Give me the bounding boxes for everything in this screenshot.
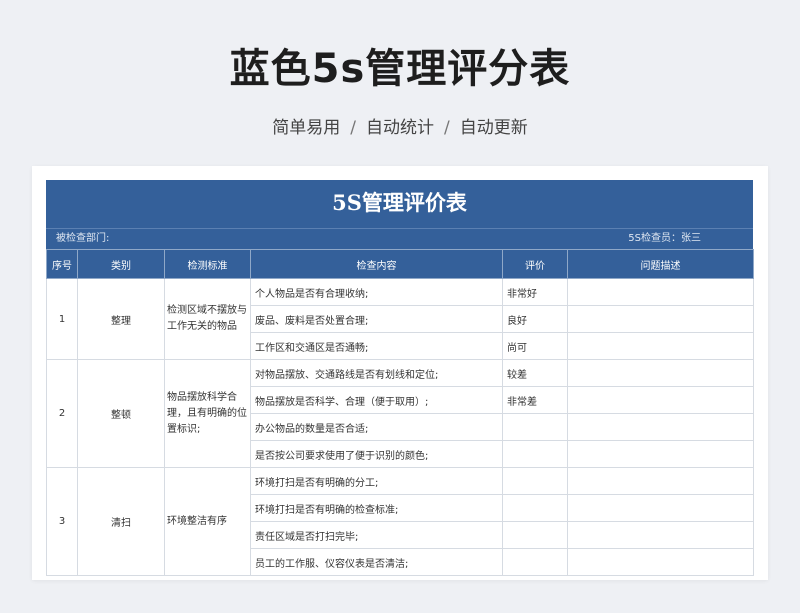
separator: / [350, 118, 356, 138]
issue-cell[interactable] [567, 359, 754, 387]
feature-tagline: 简单易用 / 自动统计 / 自动更新 [0, 113, 800, 138]
issue-cell[interactable] [567, 305, 754, 333]
issue-cell[interactable] [567, 278, 754, 306]
content-cell[interactable]: 办公物品的数量是否合适; [250, 413, 503, 441]
issue-cell[interactable] [567, 332, 754, 360]
rating-cell[interactable]: 较差 [502, 359, 568, 387]
issue-cell[interactable] [567, 386, 754, 414]
rating-cell[interactable]: 良好 [502, 305, 568, 333]
content-cell[interactable]: 环境打扫是否有明确的检查标准; [250, 494, 503, 522]
evaluation-sheet: 5S管理评价表 被检查部门: 5S检查员：张三 序号 类别 检测标准 检查内容 … [46, 180, 754, 576]
standard-cell[interactable]: 物品摆放科学合理，且有明确的位置标识; [164, 359, 251, 468]
issue-cell[interactable] [567, 494, 754, 522]
content-cell[interactable]: 物品摆放是否科学、合理（便于取用）; [250, 386, 503, 414]
separator: / [444, 118, 450, 138]
content-cell[interactable]: 废品、废料是否处置合理; [250, 305, 503, 333]
table-row: 3 清扫 环境整洁有序 环境打扫是否有明确的分工; [46, 467, 754, 576]
content-cell[interactable]: 责任区域是否打扫完毕; [250, 521, 503, 549]
rating-cell[interactable] [502, 548, 568, 576]
issue-cell[interactable] [567, 413, 754, 441]
content-cell[interactable]: 员工的工作服、仪容仪表是否清洁; [250, 548, 503, 576]
issue-cell[interactable] [567, 440, 754, 468]
content-cell[interactable]: 环境打扫是否有明确的分工; [250, 467, 503, 495]
row-number-cell[interactable]: 2 [46, 359, 78, 468]
spreadsheet-preview-card: 5S管理评价表 被检查部门: 5S检查员：张三 序号 类别 检测标准 检查内容 … [32, 166, 768, 580]
col-header-issue: 问题描述 [567, 249, 754, 279]
feature-easy: 简单易用 [272, 118, 341, 138]
row-number-cell[interactable]: 1 [46, 278, 78, 360]
col-header-category: 类别 [77, 249, 165, 279]
content-cell[interactable]: 个人物品是否有合理收纳; [250, 278, 503, 306]
content-cell[interactable]: 对物品摆放、交通路线是否有划线和定位; [250, 359, 503, 387]
feature-auto-stats: 自动统计 [366, 118, 434, 138]
category-cell[interactable]: 整理 [77, 278, 165, 360]
content-cell[interactable]: 是否按公司要求使用了便于识别的颜色; [250, 440, 503, 468]
col-header-no: 序号 [46, 249, 78, 279]
sheet-title: 5S管理评价表 [46, 180, 753, 228]
standard-cell[interactable]: 环境整洁有序 [164, 467, 251, 576]
inspector-label: 5S检查员：张三 [628, 233, 701, 244]
feature-auto-update: 自动更新 [459, 118, 528, 138]
table-row: 1 整理 检测区域不摆放与工作无关的物品 个人物品是否有合理收纳; 非常好 [46, 278, 754, 360]
dept-label: 被检查部门: [56, 233, 110, 244]
category-cell[interactable]: 整顿 [77, 359, 165, 468]
table-header-row: 序号 类别 检测标准 检查内容 评价 问题描述 [46, 249, 754, 279]
evaluation-table: 序号 类别 检测标准 检查内容 评价 问题描述 1 整理 检测区域不摆放与工作无… [46, 249, 754, 576]
rating-cell[interactable] [502, 467, 568, 495]
col-header-rating: 评价 [502, 249, 568, 279]
col-header-standard: 检测标准 [164, 249, 251, 279]
issue-cell[interactable] [567, 467, 754, 495]
sheet-info-bar: 被检查部门: 5S检查员：张三 [46, 228, 753, 249]
rating-cell[interactable] [502, 413, 568, 441]
issue-cell[interactable] [567, 521, 754, 549]
col-header-content: 检查内容 [250, 249, 503, 279]
rating-cell[interactable]: 非常好 [502, 278, 568, 306]
standard-cell[interactable]: 检测区域不摆放与工作无关的物品 [164, 278, 251, 360]
content-cell[interactable]: 工作区和交通区是否通畅; [250, 332, 503, 360]
rating-cell[interactable]: 非常差 [502, 386, 568, 414]
rating-cell[interactable] [502, 494, 568, 522]
category-cell[interactable]: 清扫 [77, 467, 165, 576]
rating-cell[interactable] [502, 521, 568, 549]
rating-cell[interactable] [502, 440, 568, 468]
row-number-cell[interactable]: 3 [46, 467, 78, 576]
rating-cell[interactable]: 尚可 [502, 332, 568, 360]
issue-cell[interactable] [567, 548, 754, 576]
table-row: 2 整顿 物品摆放科学合理，且有明确的位置标识; 对物品摆放、交通路线是否有划线… [46, 359, 754, 468]
page-title: 蓝色5s管理评分表 [229, 46, 571, 92]
